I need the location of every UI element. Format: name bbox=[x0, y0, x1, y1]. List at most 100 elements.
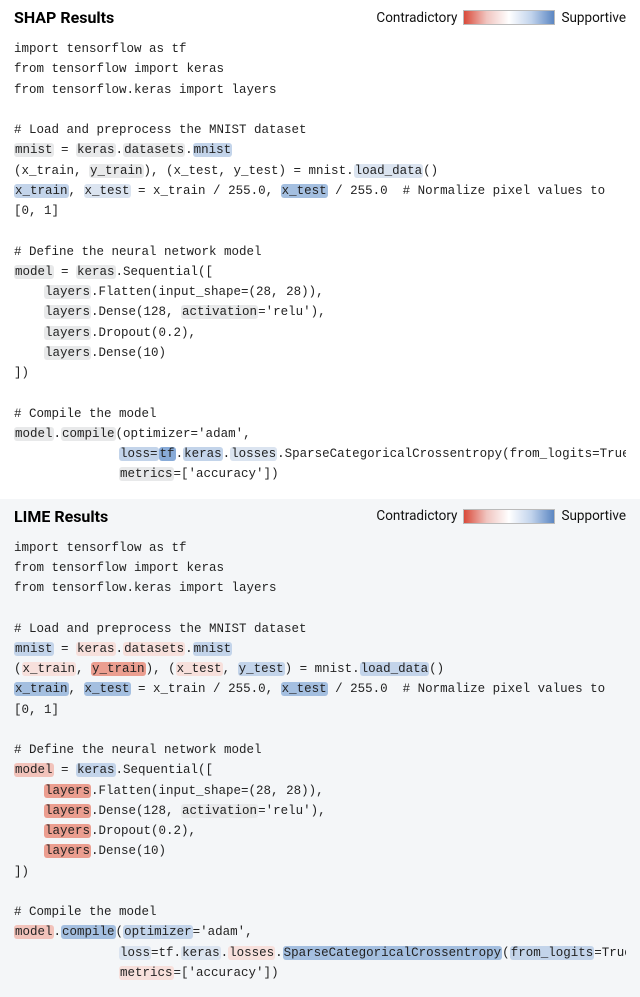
code-line: model = keras.Sequential([ bbox=[14, 262, 626, 282]
code-line: # Load and preprocess the MNIST dataset bbox=[14, 120, 626, 140]
attributed-token: tf bbox=[159, 447, 176, 461]
code-line: model.compile(optimizer='adam', bbox=[14, 922, 626, 942]
code-line: layers.Dense(10) bbox=[14, 343, 626, 363]
lime-panel: LIME Results Contradictory Supportive im… bbox=[0, 499, 640, 997]
lime-header: LIME Results Contradictory Supportive bbox=[14, 507, 626, 526]
attributed-token: mnist bbox=[14, 143, 54, 157]
attributed-token: layers bbox=[44, 305, 91, 319]
code-line bbox=[14, 598, 626, 618]
attributed-token: x_train bbox=[22, 662, 77, 676]
code-line: # Compile the model bbox=[14, 902, 626, 922]
attributed-token: y_test bbox=[238, 662, 285, 676]
shap-panel: SHAP Results Contradictory Supportive im… bbox=[0, 0, 640, 499]
attributed-token: x_test bbox=[176, 662, 223, 676]
code-line: x_train, x_test = x_train / 255.0, x_tes… bbox=[14, 181, 626, 201]
attributed-token: compile bbox=[61, 427, 116, 441]
code-line: from tensorflow import keras bbox=[14, 558, 626, 578]
code-line: metrics=['accuracy']) bbox=[14, 963, 626, 983]
attributed-token: keras bbox=[76, 143, 116, 157]
attributed-token: x_train bbox=[14, 682, 69, 696]
lime-legend: Contradictory Supportive bbox=[376, 508, 626, 524]
attributed-token: layers bbox=[44, 804, 91, 818]
shap-legend: Contradictory Supportive bbox=[376, 10, 626, 26]
code-line: # Define the neural network model bbox=[14, 242, 626, 262]
attributed-token: keras bbox=[181, 946, 221, 960]
code-line: layers.Dropout(0.2), bbox=[14, 323, 626, 343]
legend-gradient bbox=[463, 10, 555, 25]
code-line: import tensorflow as tf bbox=[14, 39, 626, 59]
legend-left-label: Contradictory bbox=[376, 10, 457, 26]
attributed-token: mnist bbox=[14, 642, 54, 656]
code-line: (x_train, y_train), (x_test, y_test) = m… bbox=[14, 161, 626, 181]
code-line: x_train, x_test = x_train / 255.0, x_tes… bbox=[14, 679, 626, 699]
attributed-token: x_test bbox=[84, 682, 131, 696]
code-line: import tensorflow as tf bbox=[14, 538, 626, 558]
code-line: metrics=['accuracy']) bbox=[14, 464, 626, 484]
legend-left-label: Contradictory bbox=[376, 508, 457, 524]
attributed-token: losses bbox=[230, 447, 277, 461]
attributed-token: metrics bbox=[119, 966, 174, 980]
code-line: ]) bbox=[14, 862, 626, 882]
attributed-token: keras bbox=[183, 447, 223, 461]
code-line: (x_train, y_train), (x_test, y_test) = m… bbox=[14, 659, 626, 679]
attributed-token: keras bbox=[76, 763, 116, 777]
attributed-token: datasets bbox=[123, 642, 185, 656]
attributed-token: layers bbox=[44, 285, 91, 299]
shap-title: SHAP Results bbox=[14, 8, 114, 27]
code-line bbox=[14, 221, 626, 241]
legend-right-label: Supportive bbox=[561, 508, 626, 524]
attributed-token: layers bbox=[44, 824, 91, 838]
attributed-token: metrics bbox=[119, 467, 174, 481]
attributed-token: layers bbox=[44, 346, 91, 360]
attributed-token: x_test bbox=[84, 184, 131, 198]
attributed-token: x_test bbox=[281, 682, 328, 696]
code-line: ]) bbox=[14, 363, 626, 383]
attributed-token: compile bbox=[61, 925, 116, 939]
code-line: from tensorflow import keras bbox=[14, 59, 626, 79]
attributed-token: model bbox=[14, 925, 54, 939]
code-line: # Load and preprocess the MNIST dataset bbox=[14, 619, 626, 639]
code-line: layers.Flatten(input_shape=(28, 28)), bbox=[14, 781, 626, 801]
attributed-token: x_test bbox=[281, 184, 328, 198]
attributed-token: from_logits bbox=[510, 946, 595, 960]
lime-title: LIME Results bbox=[14, 507, 108, 526]
attributed-token: SparseCategoricalCrossentropy bbox=[283, 946, 503, 960]
attributed-token: y_train bbox=[89, 164, 144, 178]
attributed-token: keras bbox=[76, 642, 116, 656]
code-line: model.compile(optimizer='adam', bbox=[14, 424, 626, 444]
attributed-token: layers bbox=[44, 326, 91, 340]
attributed-token: y_train bbox=[91, 662, 146, 676]
attributed-token: datasets bbox=[123, 143, 185, 157]
code-line: from tensorflow.keras import layers bbox=[14, 80, 626, 100]
code-line: layers.Dense(10) bbox=[14, 841, 626, 861]
attributed-token: optimizer bbox=[123, 925, 193, 939]
shap-header: SHAP Results Contradictory Supportive bbox=[14, 8, 626, 27]
code-line: # Compile the model bbox=[14, 404, 626, 424]
attributed-token: layers bbox=[44, 784, 91, 798]
attributed-token: load_data bbox=[360, 662, 430, 676]
lime-code-block: import tensorflow as tffrom tensorflow i… bbox=[14, 532, 626, 984]
attributed-token: loss bbox=[119, 946, 151, 960]
attributed-token: load_data bbox=[354, 164, 424, 178]
code-line: # Define the neural network model bbox=[14, 740, 626, 760]
attributed-token: mnist bbox=[193, 143, 233, 157]
code-line bbox=[14, 100, 626, 120]
code-line: from tensorflow.keras import layers bbox=[14, 578, 626, 598]
legend-right-label: Supportive bbox=[561, 10, 626, 26]
attributed-token: model bbox=[14, 265, 54, 279]
code-line: loss=tf.keras.losses.SparseCategoricalCr… bbox=[14, 444, 626, 464]
code-line: layers.Dense(128, activation='relu'), bbox=[14, 302, 626, 322]
code-line bbox=[14, 383, 626, 403]
code-line: layers.Flatten(input_shape=(28, 28)), bbox=[14, 282, 626, 302]
legend-gradient bbox=[463, 509, 555, 524]
code-line: [0, 1] bbox=[14, 700, 626, 720]
attributed-token: activation bbox=[181, 804, 258, 818]
attributed-token: model bbox=[14, 763, 54, 777]
attributed-token: losses bbox=[228, 946, 275, 960]
code-line: layers.Dense(128, activation='relu'), bbox=[14, 801, 626, 821]
code-line: layers.Dropout(0.2), bbox=[14, 821, 626, 841]
attributed-token: activation bbox=[181, 305, 258, 319]
attributed-token: loss= bbox=[119, 447, 159, 461]
code-line bbox=[14, 882, 626, 902]
code-line: loss=tf.keras.losses.SparseCategoricalCr… bbox=[14, 943, 626, 963]
